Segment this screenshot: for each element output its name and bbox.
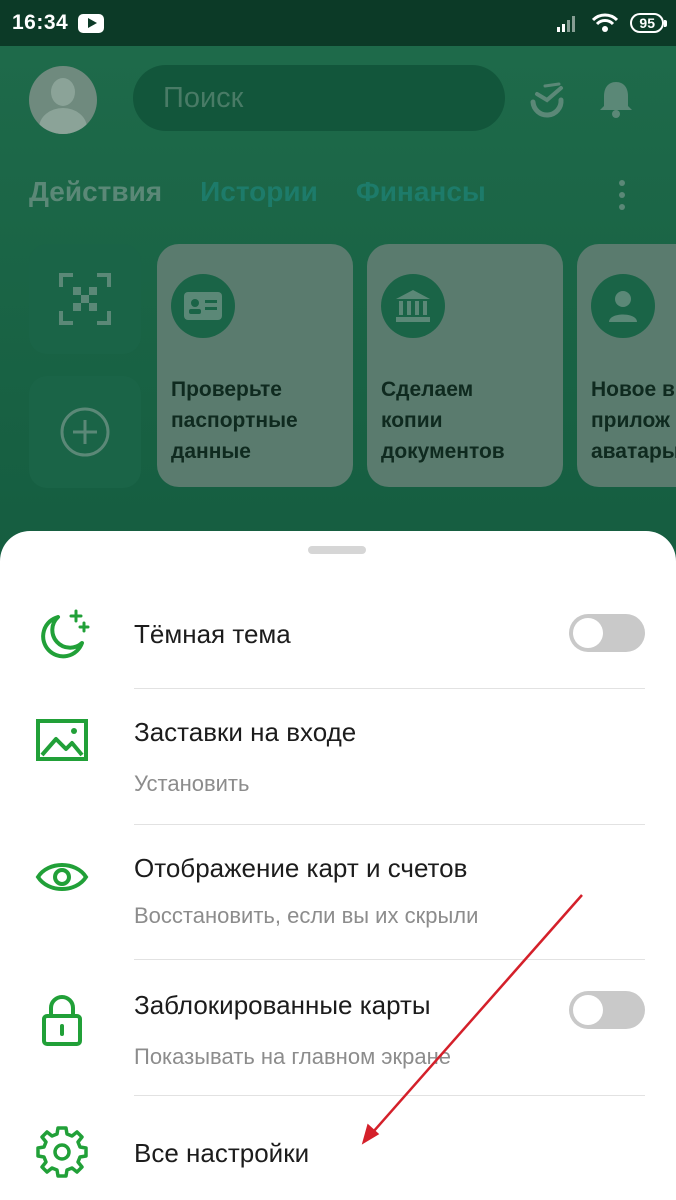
sheet-grabber[interactable] [308,546,366,554]
add-button[interactable] [29,376,141,488]
cards-display-item[interactable]: Отображение карт и счетов Восстановить, … [0,825,676,959]
item-subtitle: Показывать на главном экране [134,1044,452,1069]
item-title: Отображение карт и счетов [134,853,468,883]
qr-scan-button[interactable] [29,244,141,354]
tab-bar: Действия Истории Финансы [29,176,486,208]
eye-icon [35,863,89,891]
status-bar: 16:34 95 [0,0,676,46]
user-icon [609,291,637,322]
dark-theme-toggle[interactable] [569,614,645,652]
item-title: Заблокированные карты [134,990,431,1020]
all-settings-item[interactable]: Все настройки [0,1096,676,1200]
item-title: Заставки на входе [134,717,357,747]
image-icon [36,719,88,761]
blocked-cards-toggle[interactable] [569,991,645,1029]
more-icon[interactable] [612,180,632,216]
item-title: Все настройки [134,1138,310,1168]
lock-icon [42,995,82,1046]
card-text: Сделаем копии документов [381,378,505,463]
tab-stories[interactable]: Истории [200,176,318,208]
youtube-icon [78,13,105,33]
card-text: Проверьте паспортные данные [171,378,298,463]
item-subtitle: Восстановить, если вы их скрыли [134,903,479,928]
item-subtitle: Установить [134,771,250,796]
item-title: Тёмная тема [134,619,291,649]
bell-icon[interactable] [594,76,638,120]
story-card[interactable]: Сделаем копии документов [367,244,563,487]
story-card[interactable]: Новое в прилож аватары [577,244,676,487]
moon-stars-icon [41,609,90,659]
battery-icon: 95 [630,13,667,33]
gear-icon [36,1126,88,1178]
search-placeholder: Поиск [163,81,244,114]
qr-scan-icon [59,273,111,325]
tab-actions[interactable]: Действия [29,176,162,208]
signal-icon [557,16,576,32]
plus-circle-icon [60,407,110,457]
search-input[interactable]: Поиск [133,65,505,131]
id-card-icon [184,292,222,320]
dark-theme-item[interactable]: Тёмная тема [0,595,676,687]
story-card[interactable]: Проверьте паспортные данные [157,244,353,487]
status-time: 16:34 [12,11,69,34]
screensaver-item[interactable]: Заставки на входе Установить [0,689,676,823]
avatar[interactable] [29,66,97,134]
card-text: Новое в прилож аватары [591,378,676,463]
blocked-cards-item[interactable]: Заблокированные карты Показывать на глав… [0,960,676,1094]
sber-logo-icon[interactable] [525,76,569,120]
settings-sheet: Тёмная тема Заставки на входе Установить… [0,531,676,1200]
tab-finance[interactable]: Финансы [356,176,486,208]
bank-icon [396,290,430,322]
wifi-icon [592,13,619,32]
